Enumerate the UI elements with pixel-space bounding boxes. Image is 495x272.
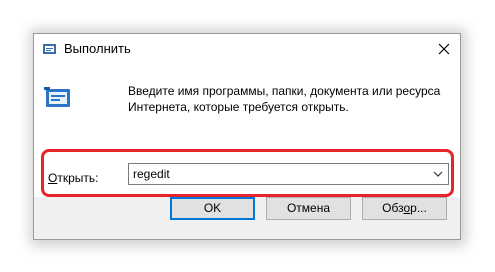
open-label-text: ткрыть: (57, 171, 99, 185)
browse-label-before: Обз (382, 201, 404, 215)
dialog-body: Введите имя программы, папки, документа … (34, 64, 460, 198)
run-dialog: Выполнить Введите имя программы, папки, … (33, 33, 461, 240)
open-label: Открыть: (48, 171, 98, 185)
window-title: Выполнить (64, 41, 131, 56)
close-button[interactable] (428, 34, 460, 64)
description: Введите имя программы, папки, документа … (128, 83, 448, 115)
title-bar[interactable]: Выполнить (34, 34, 460, 64)
open-combobox[interactable]: regedit (128, 163, 449, 185)
chevron-down-icon (433, 171, 443, 177)
open-input[interactable]: regedit (133, 167, 170, 181)
cancel-button[interactable]: Отмена (266, 197, 351, 220)
description-line-1: Введите имя программы, папки, документа … (128, 84, 441, 98)
dropdown-button[interactable] (431, 167, 445, 181)
description-line-2: Интернета, которые требуется открыть. (128, 100, 349, 114)
browse-label-after: р... (410, 201, 427, 215)
ok-button[interactable]: OK (170, 197, 255, 220)
open-label-accelerator: О (48, 171, 58, 185)
close-icon (438, 43, 450, 55)
run-icon (43, 44, 56, 54)
run-icon (44, 87, 70, 107)
browse-button[interactable]: Обзор... (362, 197, 447, 220)
